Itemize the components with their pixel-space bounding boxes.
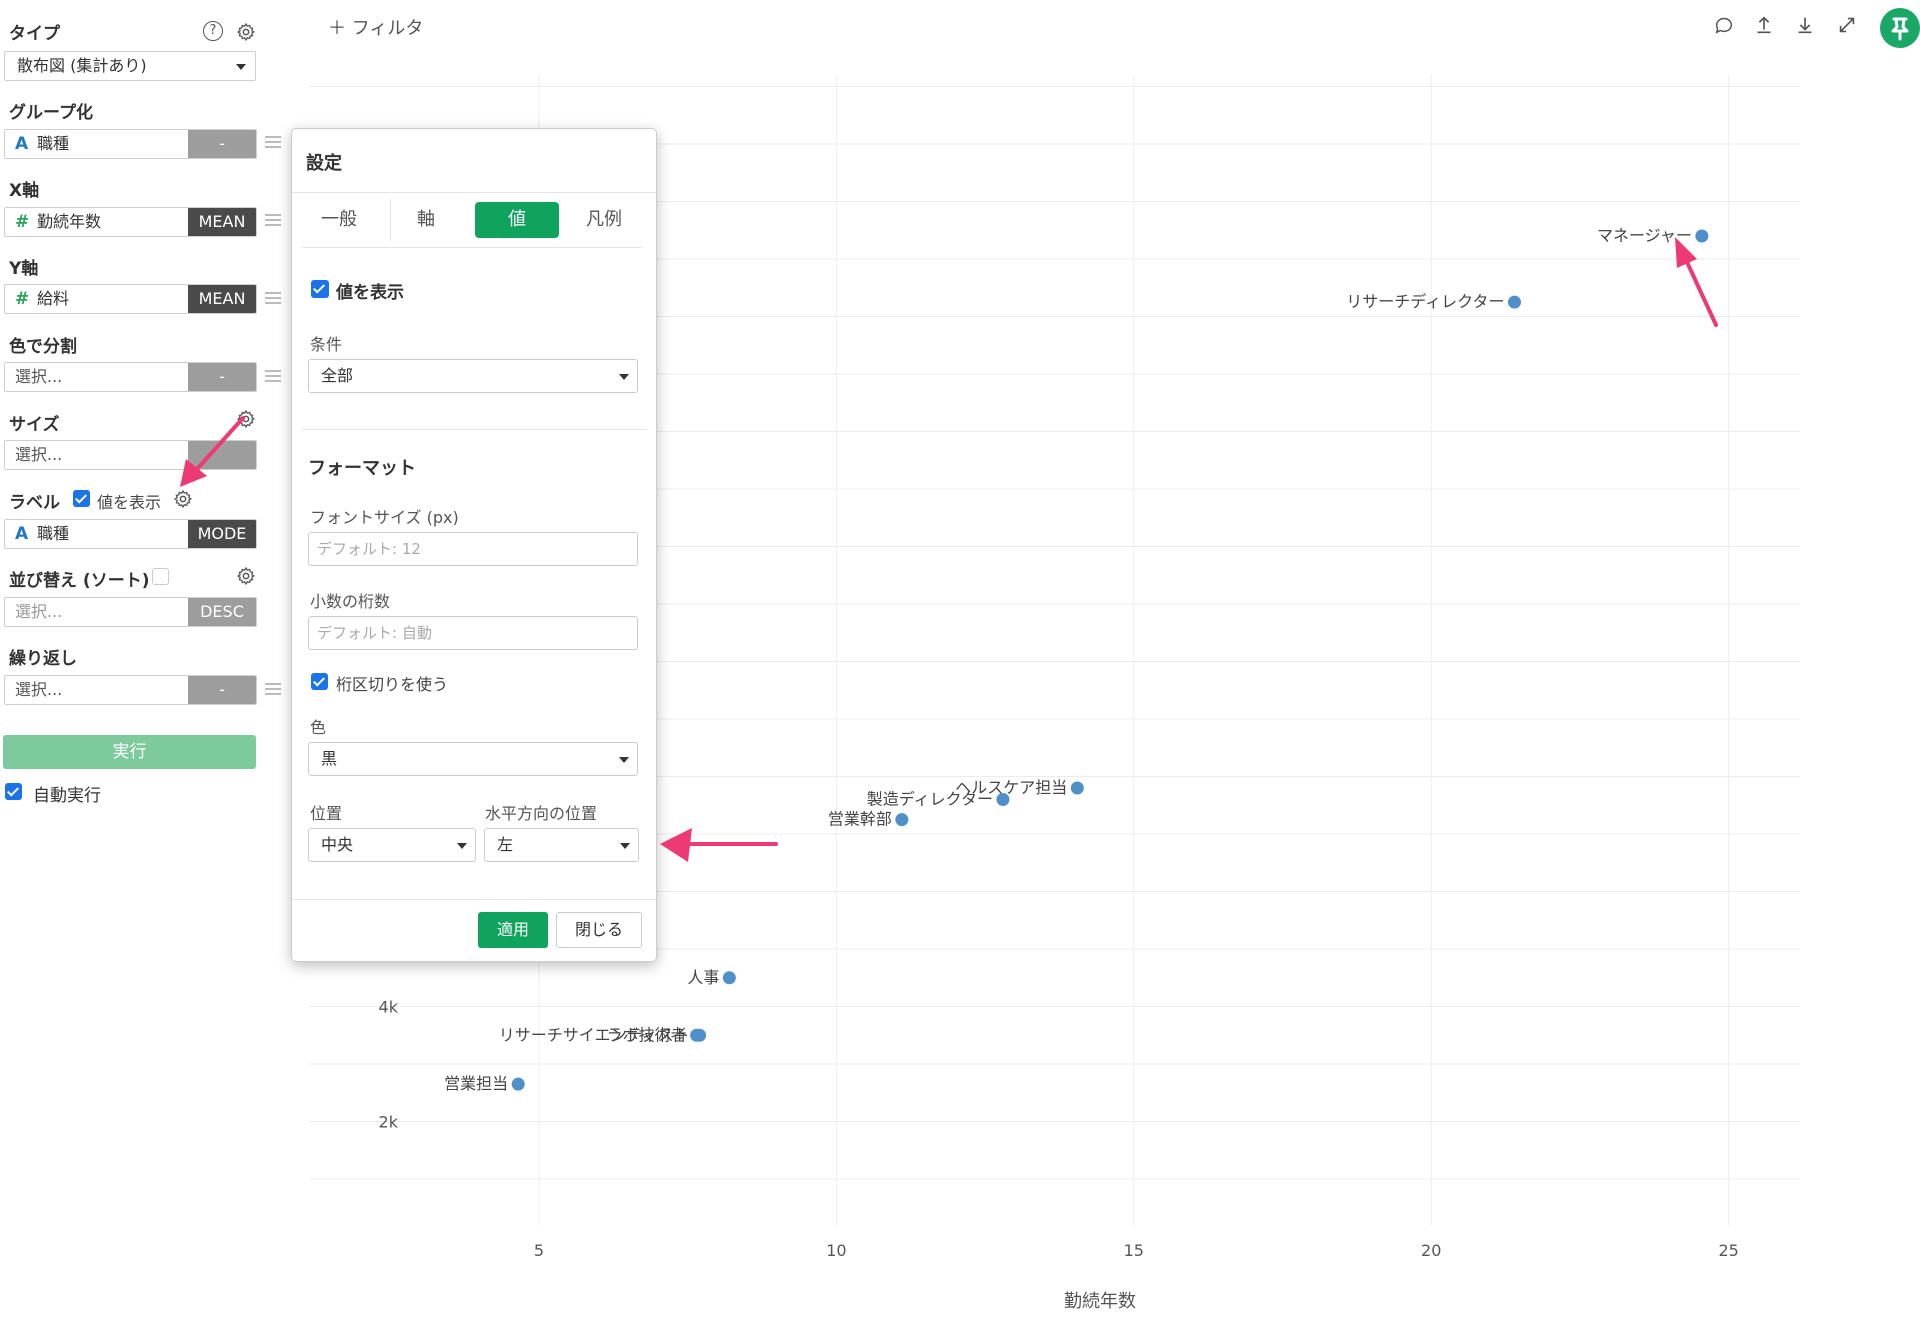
data-label: 営業幹部 [828, 810, 892, 829]
data-point [1070, 781, 1084, 795]
close-button[interactable]: 閉じる [556, 912, 642, 948]
tab-general[interactable]: 一般 [302, 202, 376, 238]
divider [302, 429, 646, 430]
x-tick-label: 10 [826, 1241, 846, 1260]
x-axis-title: 勤続年数 [1064, 1291, 1136, 1312]
tab-axis[interactable]: 軸 [389, 202, 463, 238]
divider [302, 247, 642, 248]
font-size-input[interactable] [308, 532, 638, 566]
data-point [511, 1077, 525, 1091]
condition-label: 条件 [310, 335, 343, 354]
tab-legend[interactable]: 凡例 [567, 202, 641, 238]
condition-select[interactable]: 全部 [308, 359, 638, 393]
color-select[interactable]: 黒 [308, 742, 638, 776]
y-tick-label: 4k [379, 998, 399, 1017]
chevron-down-icon [619, 374, 629, 380]
format-heading: フォーマット [308, 458, 416, 479]
data-point [722, 971, 736, 985]
show-values-label: 値を表示 [336, 283, 404, 303]
data-point [996, 793, 1010, 806]
dialog-title: 設定 [306, 153, 342, 174]
settings-dialog: 設定 一般 軸 値 凡例 値を表示 条件 全部 フォーマット フォントサイズ (… [291, 128, 657, 962]
horizontal-position-label: 水平方向の位置 [485, 804, 598, 823]
data-point [690, 1028, 704, 1042]
scatter-chart: 5 10 15 20 252k4k勤続年数マネージャーリサーチディレクターヘルスケア担当… [310, 75, 1800, 1312]
data-label: 営業担当 [444, 1074, 508, 1093]
color-label: 色 [310, 718, 327, 737]
color-value: 黒 [321, 749, 338, 768]
position-label: 位置 [310, 804, 343, 823]
data-label: マネージャー [1597, 226, 1692, 245]
chevron-down-icon [620, 843, 630, 849]
position-value: 中央 [321, 835, 354, 854]
data-label: リサーチディレクター [1346, 292, 1504, 311]
data-label: 人事 [687, 968, 719, 987]
decimals-label: 小数の桁数 [310, 592, 391, 611]
horizontal-position-select[interactable]: 左 [484, 828, 639, 862]
show-values-checkbox[interactable] [311, 280, 329, 298]
font-size-label: フォントサイズ (px) [310, 508, 459, 527]
tab-values[interactable]: 値 [475, 202, 559, 238]
data-label: 製造ディレクター [867, 790, 993, 809]
data-point [1695, 229, 1709, 243]
divider [292, 192, 656, 193]
condition-value: 全部 [321, 366, 354, 385]
y-tick-label: 2k [379, 1113, 399, 1132]
apply-button[interactable]: 適用 [478, 912, 548, 948]
x-tick-label: 5 [534, 1241, 544, 1260]
x-tick-label: 15 [1124, 1241, 1144, 1260]
thousands-separator-label: 桁区切りを使う [336, 675, 449, 694]
x-tick-label: 25 [1718, 1241, 1738, 1260]
chevron-down-icon [457, 843, 467, 849]
thousands-separator-checkbox[interactable] [311, 673, 328, 690]
chevron-down-icon [619, 757, 629, 763]
data-point [895, 813, 909, 827]
data-point [1507, 295, 1521, 309]
data-label: ラボ技術者 [607, 1025, 687, 1044]
horizontal-position-value: 左 [497, 835, 514, 854]
x-tick-label: 20 [1421, 1241, 1441, 1260]
divider [292, 899, 656, 900]
decimals-input[interactable] [308, 616, 638, 650]
position-select[interactable]: 中央 [308, 828, 476, 862]
app-root: タイプ ? 散布図 (集計あり) グループ化 A 職種 - X軸 # 勤続年数 ME… [0, 0, 1920, 1323]
